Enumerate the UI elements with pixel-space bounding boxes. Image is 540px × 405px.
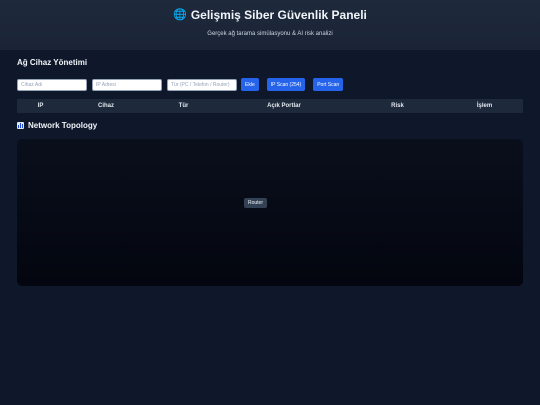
device-section-title: Ağ Cihaz Yönetimi — [17, 58, 88, 67]
topology-canvas[interactable]: Router — [17, 139, 523, 286]
column-header-risk: Risk — [391, 103, 404, 109]
page-title-text: Gelişmiş Siber Güvenlik Paneli — [190, 8, 367, 22]
topology-section-title: Network Topology — [17, 121, 523, 130]
bar-chart-icon — [17, 122, 24, 129]
port-scan-button[interactable]: Port Scan — [313, 78, 344, 91]
device-name-input[interactable] — [17, 78, 87, 91]
device-form: Ekle IP Scan (254) Port Scan — [17, 78, 351, 91]
page-title: 🌐 Gelişmiş Siber Güvenlik Paneli — [0, 8, 540, 22]
page-subtitle: Gerçek ağ tarama simülasyonu & AI risk a… — [207, 31, 333, 37]
add-device-button[interactable]: Ekle — [241, 78, 259, 91]
column-header-ip: IP — [37, 103, 44, 109]
page-header: 🌐 Gelişmiş Siber Güvenlik Paneli Gerçek … — [0, 0, 540, 50]
ip-address-input[interactable] — [92, 78, 162, 91]
column-header-action: İşlem — [476, 103, 493, 109]
column-header-open-ports: Açık Portlar — [267, 103, 301, 109]
topology-title-text: Network Topology — [28, 121, 98, 130]
globe-icon: 🌐 — [173, 9, 187, 21]
device-table-header: IP Cihaz Tür Açık Portlar Risk İşlem — [17, 99, 523, 113]
device-type-input[interactable] — [167, 78, 237, 91]
column-header-device: Cihaz — [97, 103, 114, 109]
ip-scan-button[interactable]: IP Scan (254) — [266, 78, 306, 91]
topology-node-router[interactable]: Router — [244, 198, 268, 208]
column-header-type: Tür — [178, 103, 189, 109]
